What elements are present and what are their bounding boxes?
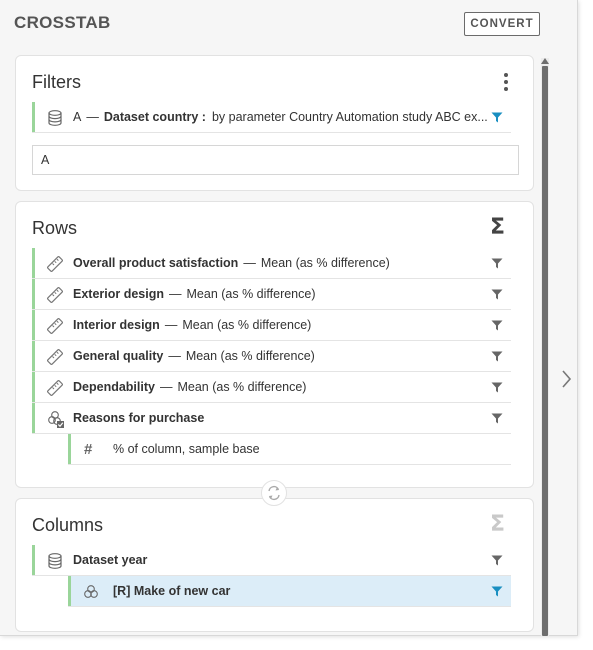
column-variable-name: Dataset year — [73, 553, 148, 567]
row-variable-name: Exterior design — [73, 287, 164, 301]
rows-title: Rows — [32, 218, 78, 238]
row-item-overall-product-satisfaction[interactable]: Overall product satisfaction — Mean (as … — [32, 248, 511, 279]
row-child-text: % of column, sample base — [113, 442, 260, 456]
row-statistic: Mean (as % difference) — [260, 256, 390, 270]
row-dash: — — [168, 349, 181, 363]
ruler-icon — [47, 287, 63, 303]
multi-response-icon — [48, 411, 64, 428]
swap-rows-columns-button[interactable] — [261, 480, 287, 506]
filter-active-icon[interactable] — [491, 112, 503, 123]
column-child-make-of-new-car[interactable]: [R] Make of new car — [68, 576, 511, 607]
row-variable-name: Overall product satisfaction — [73, 256, 239, 270]
row-item-interior-design[interactable]: Interior design — Mean (as % difference) — [32, 310, 511, 341]
row-item-text: Dependability — Mean (as % difference) — [73, 372, 306, 402]
row-accent-bar — [68, 576, 71, 606]
row-dash: — — [169, 287, 182, 301]
filter-icon[interactable] — [491, 351, 503, 362]
categorical-icon — [84, 585, 98, 598]
filter-icon[interactable] — [491, 413, 503, 424]
row-accent-bar — [32, 372, 35, 402]
filter-icon[interactable] — [491, 289, 503, 300]
row-item-text: Exterior design — Mean (as % difference) — [73, 279, 316, 309]
row-variable-name: Dependability — [73, 380, 155, 394]
row-statistic: Mean (as % difference) — [185, 349, 315, 363]
filter-dash: — — [86, 110, 99, 124]
row-accent-bar — [32, 279, 35, 309]
row-item-general-quality[interactable]: General quality — Mean (as % difference) — [32, 341, 511, 372]
row-variable-name: General quality — [73, 349, 164, 363]
column-item-text: Dataset year — [73, 545, 147, 575]
convert-button[interactable]: CONVERT — [464, 12, 540, 36]
more-options-icon[interactable] — [502, 73, 510, 93]
filter-row-text: A — Dataset country : by parameter Count… — [73, 102, 488, 132]
row-accent-bar — [32, 545, 35, 575]
row-item-text: General quality — Mean (as % difference) — [73, 341, 315, 371]
row-accent-bar — [32, 341, 35, 371]
scrollbar-thumb[interactable] — [542, 66, 548, 636]
row-statistic: Mean (as % difference) — [182, 318, 312, 332]
filters-title: Filters — [32, 72, 81, 92]
row-variable-name: Reasons for purchase — [73, 411, 205, 425]
column-child-name: [R] Make of new car — [113, 584, 231, 598]
ruler-icon — [47, 380, 63, 396]
filter-icon[interactable] — [491, 382, 503, 393]
ruler-icon — [47, 349, 63, 365]
row-accent-bar — [32, 102, 35, 132]
filter-value-input[interactable]: A — [32, 145, 519, 175]
row-accent-bar — [68, 434, 71, 464]
crosstab-panel: CROSSTAB CONVERT Filters A — Dataset cou… — [0, 0, 578, 636]
database-icon — [48, 110, 62, 126]
sigma-icon[interactable]: Σ — [490, 215, 505, 240]
filter-variable-name: Dataset country : — [103, 110, 206, 124]
scroll-up-arrow-icon[interactable] — [541, 58, 549, 64]
row-accent-bar — [32, 248, 35, 278]
filter-detail: by parameter Country Automation study AB… — [211, 110, 488, 124]
database-icon — [48, 553, 62, 569]
row-item-text: Overall product satisfaction — Mean (as … — [73, 248, 390, 278]
rows-card: Rows Σ Overall product satisfaction — Me… — [15, 201, 534, 488]
sigma-icon[interactable]: Σ — [490, 512, 505, 537]
filter-prefix: A — [73, 110, 82, 124]
columns-title: Columns — [32, 515, 104, 535]
panel-title: CROSSTAB — [14, 13, 111, 32]
row-item-exterior-design[interactable]: Exterior design — Mean (as % difference) — [32, 279, 511, 310]
row-dash: — — [243, 256, 256, 270]
row-accent-bar — [32, 403, 35, 433]
row-item-dependability[interactable]: Dependability — Mean (as % difference) — [32, 372, 511, 403]
columns-card: Columns Σ Dataset year [R] Make of new c… — [15, 498, 534, 632]
row-child-statistic[interactable]: # % of column, sample base — [68, 434, 511, 465]
filter-icon[interactable] — [491, 555, 503, 566]
row-item-text: Reasons for purchase — [73, 403, 204, 433]
swap-icon — [268, 485, 280, 501]
row-statistic: Mean (as % difference) — [177, 380, 307, 394]
filter-icon[interactable] — [491, 320, 503, 331]
row-statistic: Mean (as % difference) — [186, 287, 316, 301]
row-variable-name: Interior design — [73, 318, 160, 332]
ruler-icon — [47, 256, 63, 272]
row-accent-bar — [32, 310, 35, 340]
filters-card: Filters A — Dataset country : by paramet… — [15, 55, 534, 191]
column-child-text: [R] Make of new car — [113, 576, 230, 606]
row-dash: — — [159, 380, 173, 394]
hash-icon: # — [84, 440, 93, 458]
row-dash: — — [164, 318, 178, 332]
row-item-reasons-for-purchase[interactable]: Reasons for purchase — [32, 403, 511, 434]
ruler-icon — [47, 318, 63, 334]
filter-active-icon[interactable] — [491, 586, 503, 597]
column-item-dataset-year[interactable]: Dataset year — [32, 545, 511, 576]
filter-icon[interactable] — [491, 258, 503, 269]
row-item-text: Interior design — Mean (as % difference) — [73, 310, 311, 340]
chevron-right-icon[interactable] — [560, 368, 574, 390]
filter-row-dataset-country[interactable]: A — Dataset country : by parameter Count… — [32, 102, 511, 133]
